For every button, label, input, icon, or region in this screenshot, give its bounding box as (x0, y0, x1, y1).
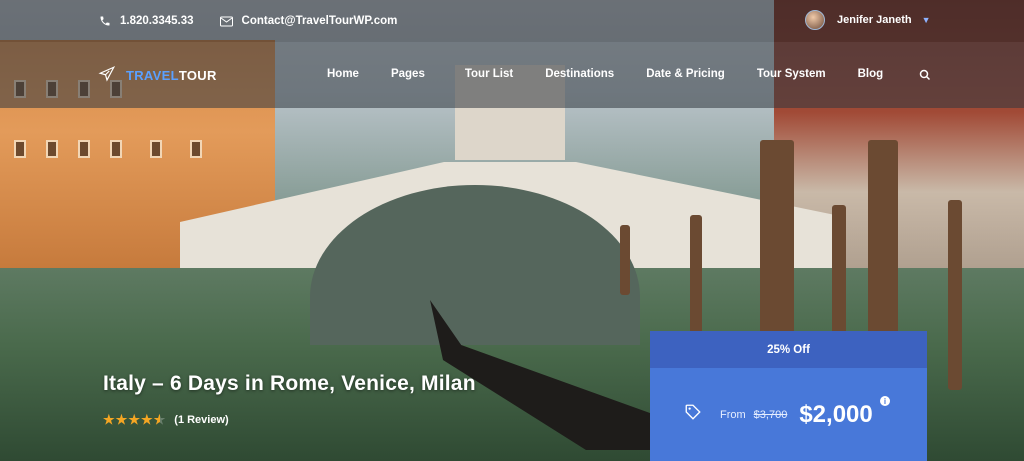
logo-text-travel: TRAVEL (126, 68, 179, 83)
star-rating: ★★★★★ (103, 412, 166, 428)
tag-icon (684, 403, 702, 426)
nav-menu: Home Pages Tour List Destinations Date &… (327, 68, 915, 80)
review-count: (1 Review) (174, 414, 229, 426)
avatar (805, 10, 825, 30)
nav-item-tour-system[interactable]: Tour System (757, 68, 826, 80)
phone-number: 1.820.3345.33 (120, 15, 194, 27)
logo-text-tour: TOUR (178, 68, 217, 83)
nav-item-date-pricing[interactable]: Date & Pricing (646, 68, 725, 80)
mooring-pole (620, 225, 630, 295)
price-body: From $3,700 $2,000 i (650, 368, 927, 461)
info-icon[interactable]: i (880, 396, 890, 406)
mooring-pole (832, 205, 846, 335)
price-card: 25% Off From $3,700 $2,000 i (650, 331, 927, 461)
star-icon: ★ (115, 412, 129, 427)
phone-icon (98, 14, 112, 28)
star-icon: ★ (103, 412, 116, 427)
email-contact[interactable]: Contact@TravelTourWP.com (220, 14, 398, 28)
mooring-pole (690, 215, 702, 335)
mail-icon (220, 14, 234, 28)
chevron-down-icon: ▼ (921, 15, 931, 25)
plane-icon (98, 65, 116, 86)
nav-item-blog[interactable]: Blog (858, 68, 884, 80)
mooring-pole (868, 140, 898, 340)
price-from-label: From (720, 408, 746, 421)
email-address: Contact@TravelTourWP.com (241, 15, 398, 27)
mooring-pole (948, 200, 962, 390)
nav-item-pages[interactable]: Pages (391, 68, 425, 80)
star-half-icon: ★ (153, 412, 167, 427)
current-price: $2,000 (799, 400, 873, 428)
user-menu[interactable]: Jenifer Janeth ▼ (805, 10, 931, 30)
user-name: Jenifer Janeth (837, 14, 912, 26)
mooring-pole (760, 140, 794, 340)
hero-banner: 1.820.3345.33 Contact@TravelTourWP.com J… (0, 0, 1024, 461)
star-icon: ★ (140, 412, 154, 427)
nav-item-tour-list[interactable]: Tour List (465, 68, 513, 80)
star-icon: ★ (128, 412, 141, 427)
search-icon[interactable] (919, 68, 931, 86)
tour-title: Italy – 6 Days in Rome, Venice, Milan (103, 372, 476, 395)
phone-contact[interactable]: 1.820.3345.33 (98, 14, 194, 28)
site-logo[interactable]: TRAVEL TOUR (98, 65, 217, 86)
nav-item-home[interactable]: Home (327, 68, 359, 80)
old-price: $3,700 (753, 408, 788, 421)
main-navbar: TRAVEL TOUR Home Pages Tour List Destina… (0, 42, 1024, 108)
discount-badge: 25% Off (650, 331, 927, 368)
nav-item-destinations[interactable]: Destinations (545, 68, 614, 80)
top-bar: 1.820.3345.33 Contact@TravelTourWP.com J… (0, 0, 1024, 42)
tour-rating[interactable]: ★★★★★ (1 Review) (103, 412, 229, 428)
